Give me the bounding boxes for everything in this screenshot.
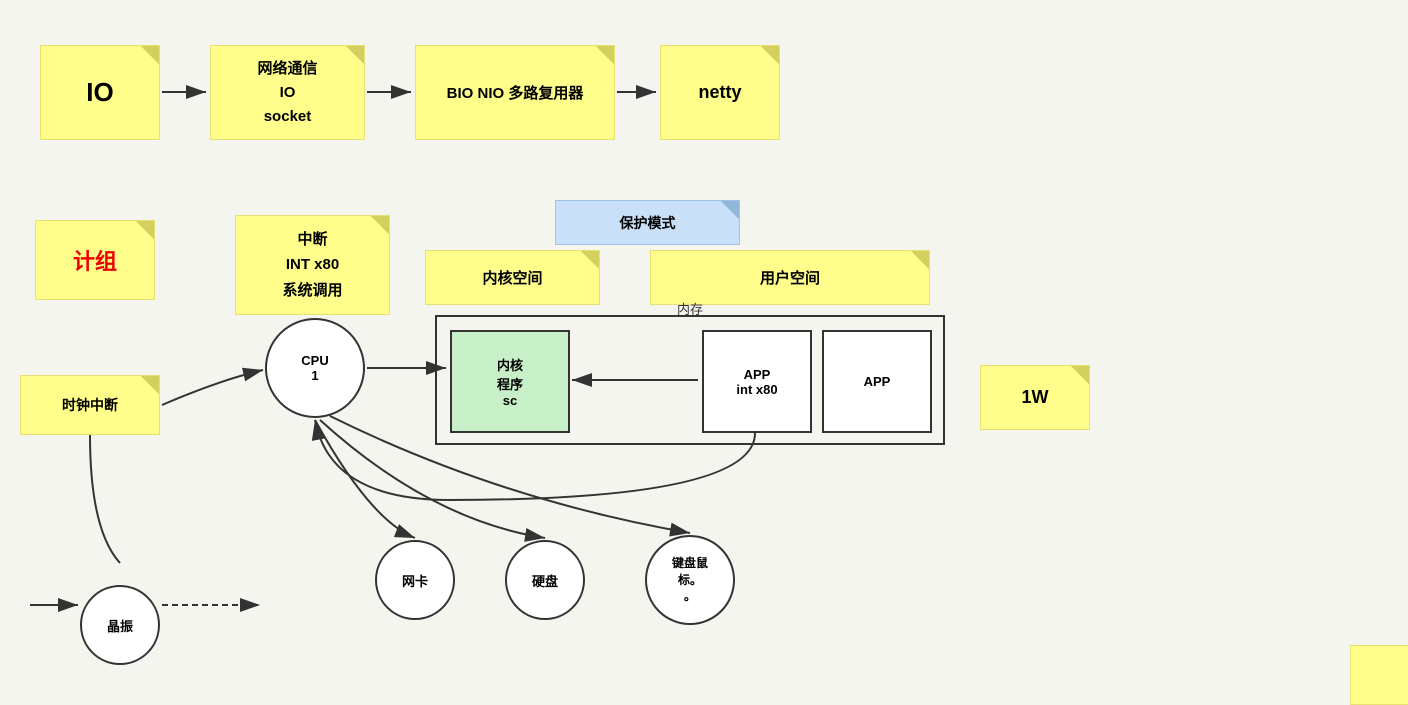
io-label: IO bbox=[86, 77, 113, 108]
network-node: 网络通信IOsocket bbox=[210, 45, 365, 140]
protect-mode-node: 保护模式 bbox=[555, 200, 740, 245]
jingzhen-label: 晶振 bbox=[107, 616, 133, 635]
interrupt-label: 中断INT x80系统调用 bbox=[282, 227, 342, 304]
kernel-space-node: 内核空间 bbox=[425, 250, 600, 305]
netty-node: netty bbox=[660, 45, 780, 140]
keyboard-label: 键盘鼠标。。 bbox=[672, 555, 708, 605]
interrupt-node: 中断INT x80系统调用 bbox=[235, 215, 390, 315]
w1-node: 1W bbox=[980, 365, 1090, 430]
harddisk-node: 硬盘 bbox=[505, 540, 585, 620]
app-int-box: APPint x80 bbox=[702, 330, 812, 433]
netty-label: netty bbox=[698, 82, 741, 103]
network-label: 网络通信IOsocket bbox=[257, 57, 317, 129]
w1-label: 1W bbox=[1022, 387, 1049, 408]
user-space-label: 用户空间 bbox=[760, 267, 820, 288]
partial-bottom-right bbox=[1350, 645, 1408, 705]
clock-interrupt-node: 时钟中断 bbox=[20, 375, 160, 435]
kernel-program-label: 内核程序sc bbox=[497, 355, 523, 408]
keyboard-node: 键盘鼠标。。 bbox=[645, 535, 735, 625]
app-int-label: APPint x80 bbox=[736, 367, 777, 397]
clock-interrupt-label: 时钟中断 bbox=[62, 395, 118, 415]
memory-outer-box: 内存 内核程序sc APPint x80 APP bbox=[435, 315, 945, 445]
jizu-node: 计组 bbox=[35, 220, 155, 300]
bio-nio-label: BIO NIO 多路复用器 bbox=[447, 82, 584, 103]
protect-mode-label: 保护模式 bbox=[620, 213, 676, 233]
kernel-space-label: 内核空间 bbox=[482, 267, 542, 288]
memory-label: 内存 bbox=[677, 299, 703, 318]
canvas: IO 网络通信IOsocket BIO NIO 多路复用器 netty 计组 中… bbox=[0, 0, 1408, 676]
app-box: APP bbox=[822, 330, 932, 433]
bio-nio-node: BIO NIO 多路复用器 bbox=[415, 45, 615, 140]
user-space-node: 用户空间 bbox=[650, 250, 930, 305]
jingzhen-node: 晶振 bbox=[80, 585, 160, 665]
app-label: APP bbox=[864, 374, 891, 389]
harddisk-label: 硬盘 bbox=[532, 571, 558, 590]
wangka-node: 网卡 bbox=[375, 540, 455, 620]
wangka-label: 网卡 bbox=[402, 571, 428, 590]
io-node: IO bbox=[40, 45, 160, 140]
kernel-program-box: 内核程序sc bbox=[450, 330, 570, 433]
jizu-label: 计组 bbox=[73, 244, 117, 276]
cpu-node: CPU1 bbox=[265, 318, 365, 418]
cpu-label: CPU1 bbox=[301, 353, 328, 383]
